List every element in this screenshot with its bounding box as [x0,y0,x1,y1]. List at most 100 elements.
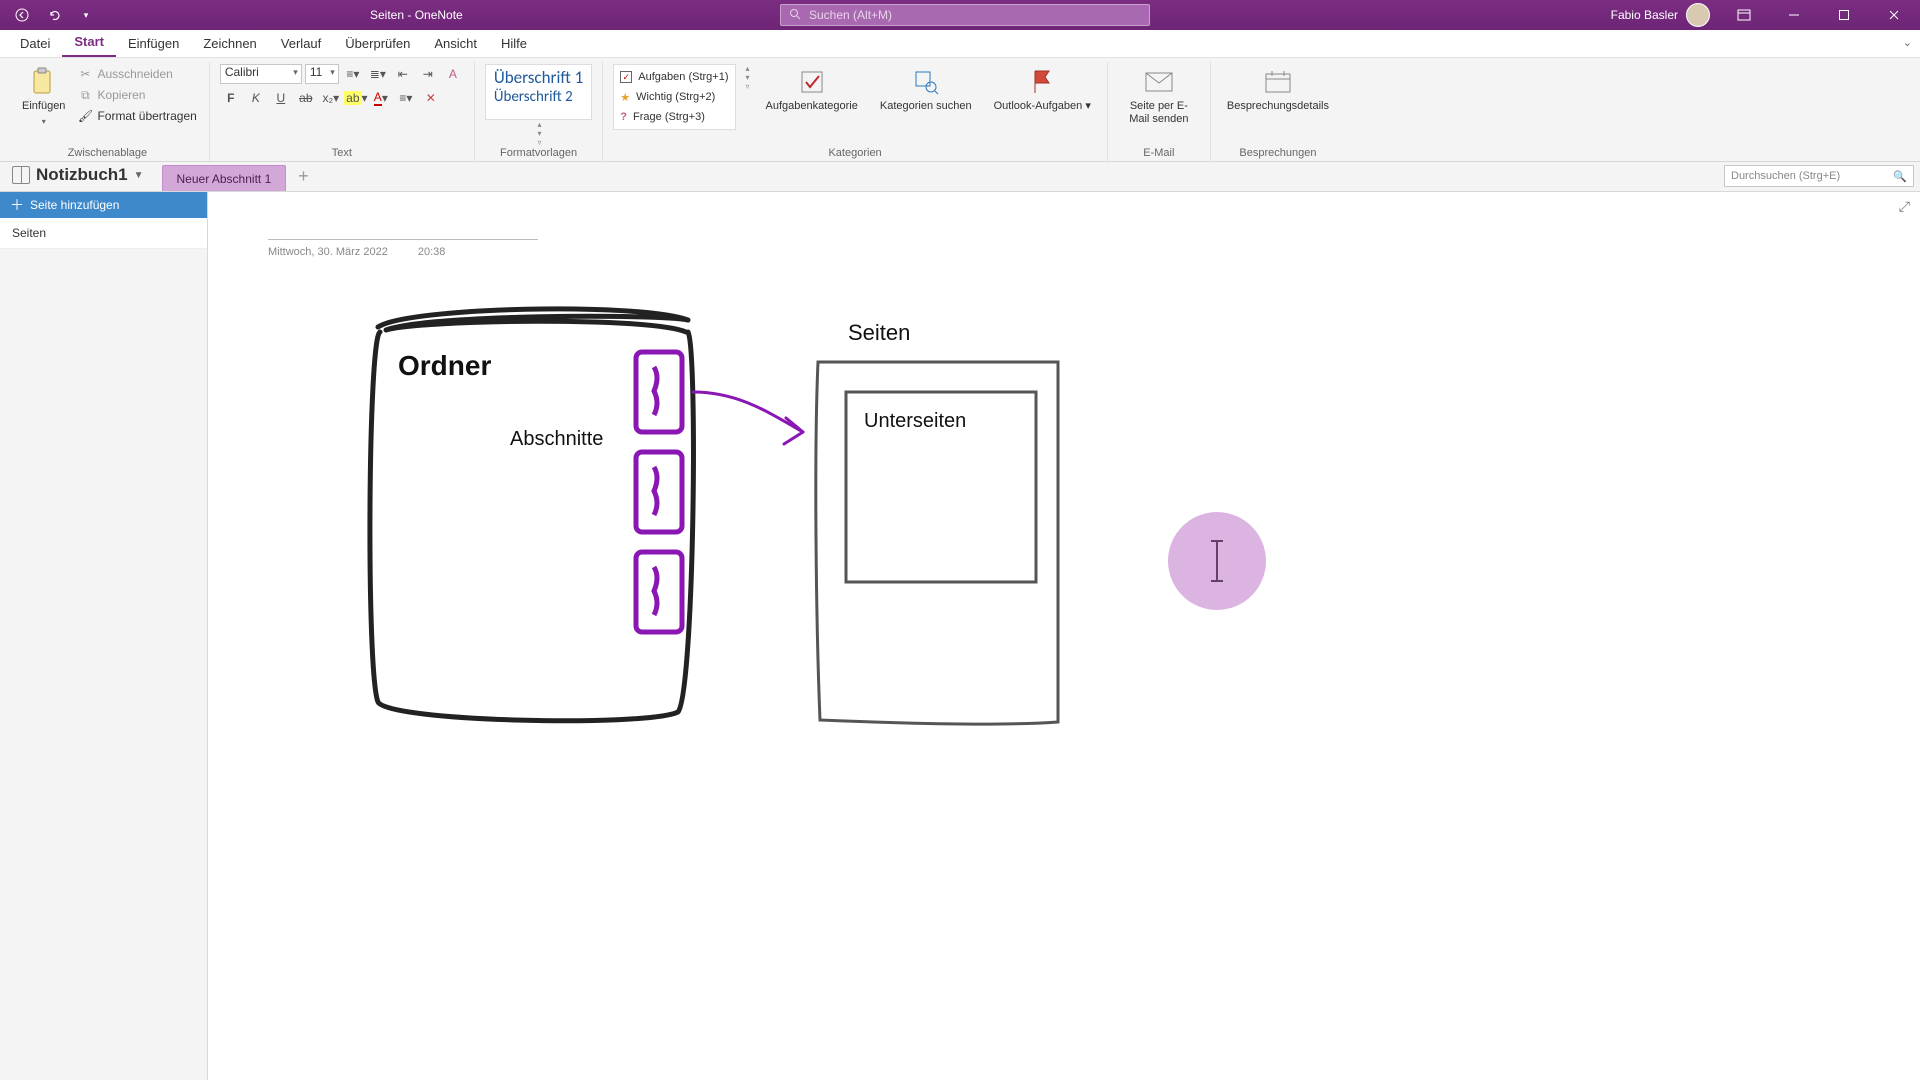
tag-question[interactable]: ?Frage (Strg+3) [620,108,728,126]
strike-button[interactable]: ab [295,88,317,108]
section-tab[interactable]: Neuer Abschnitt 1 [162,165,287,191]
close-button[interactable] [1872,0,1916,30]
font-name-select[interactable]: Calibri [220,64,302,84]
styles-expand[interactable]: ▿ [538,138,542,147]
page-list-panel: ＋Seite hinzufügen Seiten [0,192,208,1080]
tab-hilfe[interactable]: Hilfe [489,31,539,57]
collapse-ribbon-button[interactable]: ⌄ [1903,36,1912,49]
copy-button: ⧉Kopieren [75,85,198,105]
group-label-text: Text [332,147,352,161]
label-abschnitte: Abschnitte [510,428,603,451]
tab-start[interactable]: Start [62,29,116,57]
email-page-button[interactable]: Seite per E-Mail senden [1118,64,1200,128]
meeting-details-button[interactable]: Besprechungsdetails [1221,64,1335,115]
search-input[interactable]: Suchen (Alt+M) [780,4,1150,26]
delete-button[interactable]: ✕ [420,88,442,108]
maximize-button[interactable] [1822,0,1866,30]
chevron-down-icon: ▼ [134,170,144,181]
format-painter-button[interactable]: 🖌Format übertragen [75,106,198,126]
back-button[interactable] [10,3,34,27]
section-tab-strip: Notizbuch1 ▼ Neuer Abschnitt 1 + Durchsu… [0,162,1920,192]
minimize-button[interactable] [1772,0,1816,30]
align-button[interactable]: ≡▾ [395,88,417,108]
checkbox-icon [796,66,828,98]
numbering-button[interactable]: ≣▾ [367,64,389,84]
notebook-icon [12,166,30,184]
tab-verlauf[interactable]: Verlauf [269,31,333,57]
window-title: Seiten - OneNote [370,0,463,30]
ribbon: Einfügen ▾ ✂Ausschneiden ⧉Kopieren 🖌Form… [0,58,1920,162]
flag-icon [1026,66,1058,98]
bullets-button[interactable]: ≡▾ [342,64,364,84]
style-heading2[interactable]: Überschrift 2 [490,88,587,106]
outdent-button[interactable]: ⇤ [392,64,414,84]
group-meetings: Besprechungsdetails Besprechungen [1211,62,1345,161]
group-label-styles: Formatvorlagen [500,147,577,161]
add-page-button[interactable]: ＋Seite hinzufügen [0,192,207,218]
title-bar: ▾ Seiten - OneNote Suchen (Alt+M) Fabio … [0,0,1920,30]
styles-scroll-up[interactable]: ▴ [538,120,542,129]
tag-important[interactable]: ★Wichtig (Strg+2) [620,88,728,106]
underline-button[interactable]: U [270,88,292,108]
qat-customize[interactable]: ▾ [74,3,98,27]
highlight-button[interactable]: ab▾ [345,88,367,108]
bold-button[interactable]: F [220,88,242,108]
search-placeholder: Suchen (Alt+M) [809,8,892,22]
tag-todo[interactable]: ✓Aufgaben (Strg+1) [620,68,728,86]
page-search-input[interactable]: Durchsuchen (Strg+E) 🔍 [1724,165,1914,187]
indent-button[interactable]: ⇥ [417,64,439,84]
copy-icon: ⧉ [77,87,93,103]
label-seiten: Seiten [848,320,910,346]
tags-scroll-up[interactable]: ▴ [746,64,750,73]
undo-button[interactable] [42,3,66,27]
cursor-indicator [1168,512,1266,610]
paste-icon [28,66,60,98]
cut-button: ✂Ausschneiden [75,64,198,84]
styles-scroll-down[interactable]: ▾ [538,129,542,138]
group-email: Seite per E-Mail senden E-Mail [1108,62,1211,161]
note-canvas[interactable]: Mittwoch, 30. März 2022 20:38 ⤢ Or [208,192,1920,1080]
tag-category-button[interactable]: Aufgabenkategorie [760,64,864,115]
account-button[interactable]: Fabio Basler [1611,3,1716,27]
add-section-button[interactable]: + [286,166,321,191]
group-clipboard: Einfügen ▾ ✂Ausschneiden ⧉Kopieren 🖌Form… [6,62,210,161]
avatar [1686,3,1710,27]
outlook-tasks-button[interactable]: Outlook-Aufgaben ▾ [988,64,1097,115]
find-tags-button[interactable]: Kategorien suchen [874,64,978,115]
calendar-icon [1262,66,1294,98]
group-label-tags: Kategorien [828,147,881,161]
clear-format-button[interactable]: A [442,64,464,84]
label-unterseiten: Unterseiten [864,410,966,433]
tab-einfuegen[interactable]: Einfügen [116,31,191,57]
page-list-item[interactable]: Seiten [0,218,207,249]
plus-icon: ＋ [10,195,24,215]
search-icon: 🔍 [1893,170,1907,183]
subscript-button[interactable]: x₂▾ [320,88,342,108]
brush-icon: 🖌 [77,108,93,124]
paste-button[interactable]: Einfügen ▾ [16,64,71,130]
notebook-picker[interactable]: Notizbuch1 ▼ [6,161,154,191]
font-size-select[interactable]: 11 [305,64,339,84]
group-styles: Überschrift 1 Überschrift 2 ▴▾▿ Formatvo… [475,62,603,161]
style-heading1[interactable]: Überschrift 1 [490,67,587,88]
ribbon-tabs: Datei Start Einfügen Zeichnen Verlauf Üb… [0,30,1920,58]
group-tags: ✓Aufgaben (Strg+1) ★Wichtig (Strg+2) ?Fr… [603,62,1108,161]
tag-search-icon [910,66,942,98]
tab-zeichnen[interactable]: Zeichnen [191,31,268,57]
tab-ueberpruefen[interactable]: Überprüfen [333,31,422,57]
italic-button[interactable]: K [245,88,267,108]
user-name: Fabio Basler [1611,8,1678,22]
tab-datei[interactable]: Datei [8,31,62,57]
group-text: Calibri 11 ≡▾ ≣▾ ⇤ ⇥ A F K U ab x₂▾ ab▾ … [210,62,475,161]
group-label-meetings: Besprechungen [1239,147,1316,161]
ribbon-mode-button[interactable] [1722,0,1766,30]
group-label-clipboard: Zwischenablage [68,147,148,161]
cut-icon: ✂ [77,66,93,82]
group-label-email: E-Mail [1143,147,1174,161]
tags-scroll-down[interactable]: ▾ [746,73,750,82]
font-color-button[interactable]: A▾ [370,88,392,108]
tags-expand[interactable]: ▿ [746,82,750,91]
tab-ansicht[interactable]: Ansicht [422,31,489,57]
label-ordner: Ordner [398,350,491,382]
search-icon [789,8,801,23]
